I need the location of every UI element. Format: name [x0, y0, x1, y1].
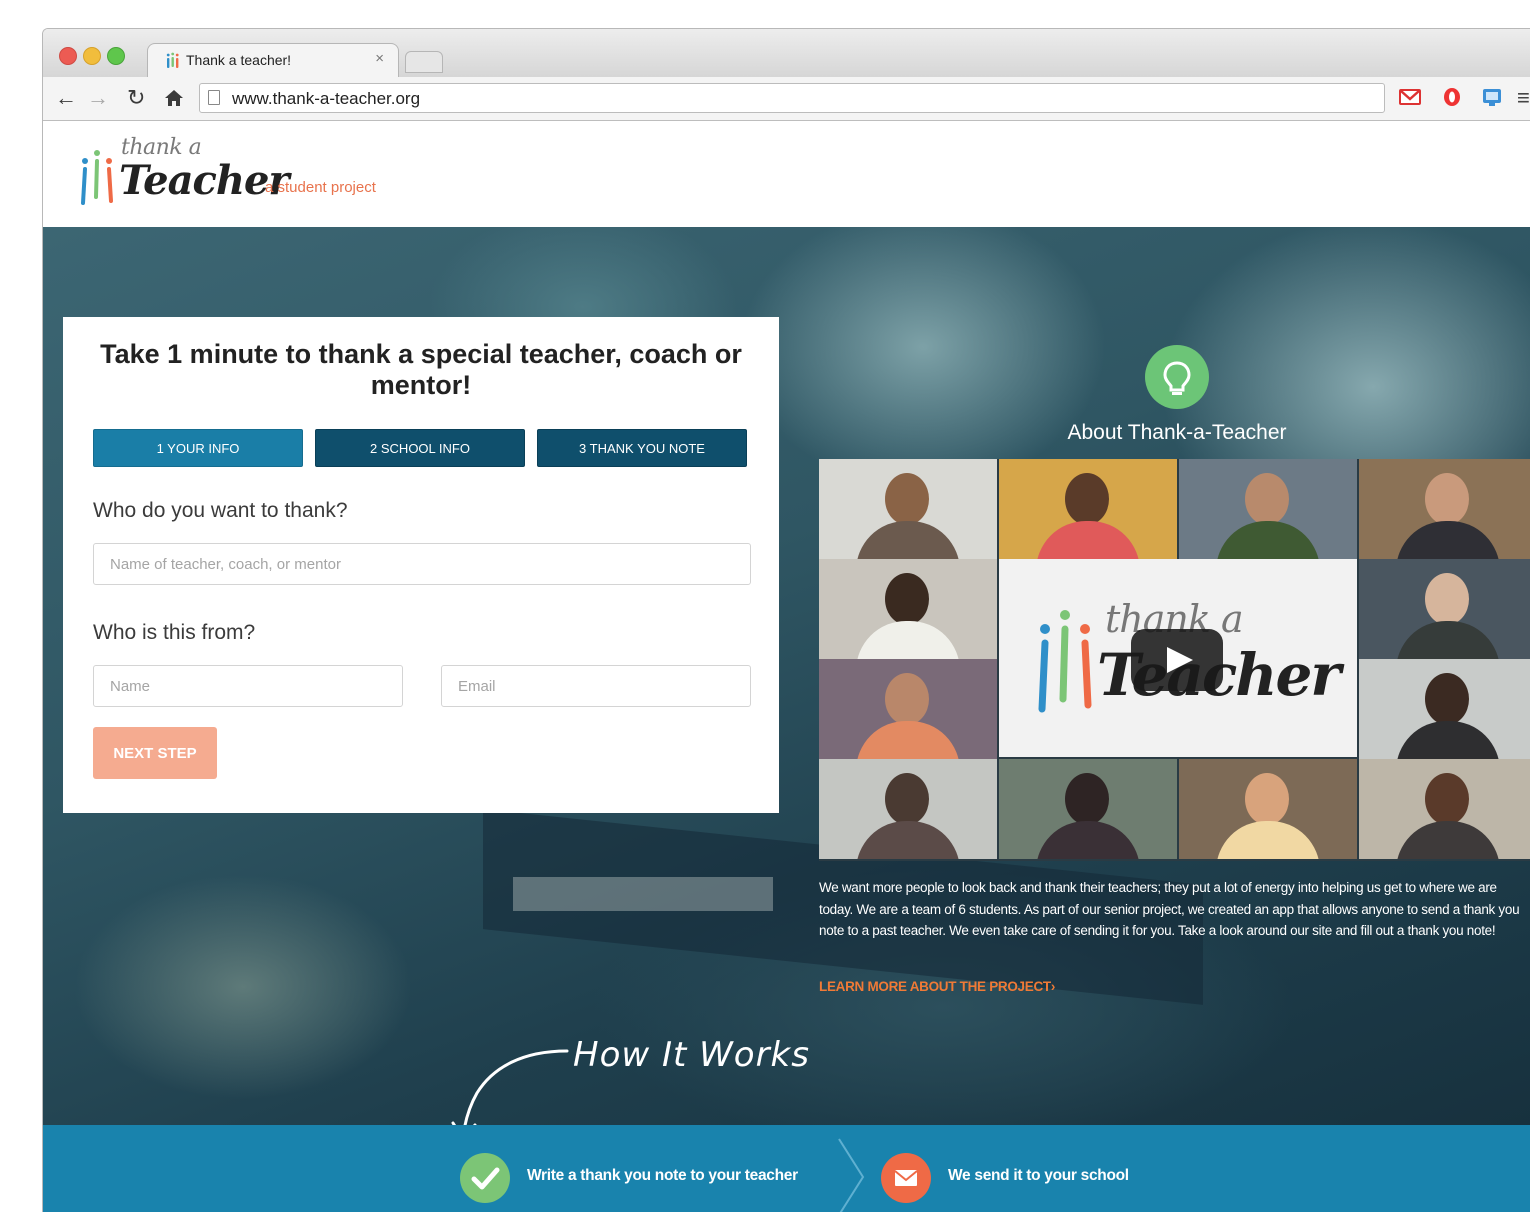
about-description: We want more people to look back and tha… [819, 880, 1520, 938]
thank-you-form: Take 1 minute to thank a special teacher… [63, 317, 779, 813]
hero-background-decoration [513, 877, 773, 911]
step-tab-school-info[interactable]: 2 SCHOOL INFO [315, 429, 525, 467]
how-it-works-bar: Write a thank you note to your teacher W… [43, 1125, 1530, 1212]
step-tab-your-info[interactable]: 1 YOUR INFO [93, 429, 303, 467]
tab-close-icon[interactable]: × [375, 50, 384, 67]
browser-window: Thank a teacher! × ← → ↻ www.thank-a-tea… [42, 28, 1530, 1212]
video-thumbnail [1359, 459, 1530, 559]
video-thumbnail [1359, 759, 1530, 859]
how-step-write: Write a thank you note to your teacher [527, 1167, 798, 1184]
site-header: thank a Teacher a student project [43, 121, 1530, 227]
question-who-to-thank: Who do you want to thank? [93, 499, 348, 522]
close-window-button[interactable] [59, 47, 77, 65]
hero-section: Take 1 minute to thank a special teacher… [43, 227, 1530, 1127]
sender-email-input[interactable] [441, 665, 751, 707]
video-thumbnail [999, 459, 1177, 559]
browser-titlebar: Thank a teacher! × [43, 29, 1530, 77]
form-title: Take 1 minute to thank a special teacher… [100, 339, 742, 400]
learn-more-link[interactable]: LEARN MORE ABOUT THE PROJECT› [819, 979, 1055, 994]
url-text[interactable]: www.thank-a-teacher.org [232, 89, 420, 109]
logo-mark-icon [1038, 610, 1092, 713]
forward-arrow-icon[interactable]: → [87, 85, 109, 111]
page-icon [208, 90, 220, 105]
new-tab-button[interactable] [405, 51, 443, 73]
site-logo[interactable]: thank a Teacher [79, 135, 379, 215]
video-thumbnail [819, 459, 997, 559]
video-thumbnail [819, 559, 997, 659]
opera-extension-icon[interactable] [1441, 87, 1463, 107]
home-icon[interactable] [163, 87, 185, 109]
about-video[interactable]: thank a Teacher [819, 459, 1530, 861]
video-thumbnail [1359, 559, 1530, 659]
video-thumbnail [1359, 659, 1530, 759]
check-icon [460, 1153, 510, 1203]
favicon-icon [166, 52, 179, 68]
play-icon[interactable] [1131, 629, 1223, 691]
reload-icon[interactable]: ↻ [127, 85, 145, 111]
video-thumbnail [1179, 759, 1357, 859]
address-bar[interactable]: www.thank-a-teacher.org [199, 83, 1385, 113]
zoom-window-button[interactable] [107, 47, 125, 65]
lightbulb-icon [1145, 345, 1209, 409]
sender-name-input[interactable] [93, 665, 403, 707]
step-tab-thank-you-note[interactable]: 3 THANK YOU NOTE [537, 429, 747, 467]
minimize-window-button[interactable] [83, 47, 101, 65]
chevron-right-icon [838, 1138, 865, 1212]
logo-mark-icon [81, 150, 113, 205]
about-title: About Thank-a-Teacher [1067, 421, 1287, 444]
gmail-extension-icon[interactable] [1399, 87, 1421, 107]
video-logo-card: thank a Teacher [999, 559, 1357, 757]
teacher-name-input[interactable] [93, 543, 751, 585]
tab-title: Thank a teacher! [186, 52, 292, 68]
screen-capture-extension-icon[interactable] [1481, 87, 1503, 107]
browser-tab[interactable]: Thank a teacher! × [147, 43, 399, 77]
video-thumbnail [999, 759, 1177, 859]
video-thumbnail [819, 759, 997, 859]
form-steps: 1 YOUR INFO 2 SCHOOL INFO 3 THANK YOU NO… [93, 429, 751, 469]
logo-large-text: Teacher [119, 157, 290, 204]
back-arrow-icon[interactable]: ← [55, 85, 77, 111]
question-who-is-from: Who is this from? [93, 621, 256, 644]
video-thumbnail [819, 659, 997, 759]
curved-arrow-icon [451, 1049, 569, 1127]
browser-toolbar: ← → ↻ www.thank-a-teacher.org ≡ [43, 77, 1530, 121]
next-step-button[interactable]: NEXT STEP [93, 727, 217, 779]
site-tagline: a student project [265, 179, 376, 196]
how-it-works-heading: How It Works [573, 1035, 810, 1075]
envelope-icon [881, 1153, 931, 1203]
how-step-send: We send it to your school [948, 1167, 1129, 1184]
chrome-menu-icon[interactable]: ≡ [1517, 85, 1530, 111]
video-thumbnail [1179, 459, 1357, 559]
